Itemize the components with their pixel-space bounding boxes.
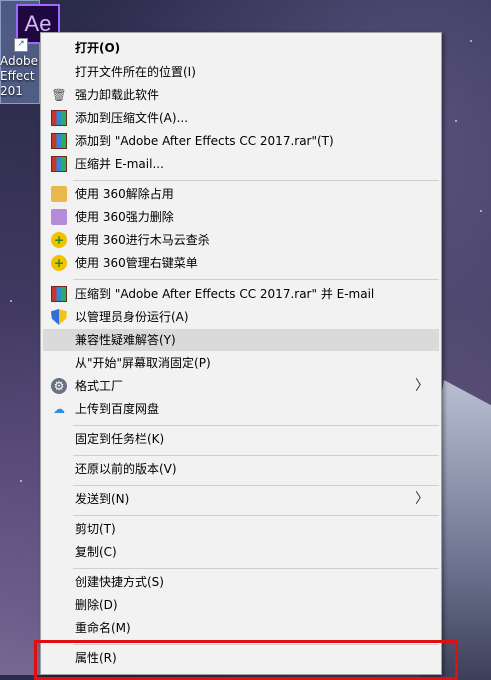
menu-separator [73,180,439,181]
menu-item-label: 删除(D) [75,598,118,612]
menu-item-copy[interactable]: 复制(C) [43,541,439,563]
menu-item-label: 发送到(N) [75,492,130,506]
menu-item-unpin-start[interactable]: 从"开始"屏幕取消固定(P) [43,352,439,374]
menu-item-troubleshoot-compatibility[interactable]: 兼容性疑难解答(Y) [43,329,439,351]
menu-item-label: 打开(O) [75,41,121,55]
menu-item-compress-email[interactable]: 压缩并 E-mail... [43,153,439,175]
menu-item-add-to-rar[interactable]: 添加到 "Adobe After Effects CC 2017.rar"(T) [43,130,439,152]
menu-item-label: 复制(C) [75,545,117,559]
menu-item-label: 以管理员身份运行(A) [75,310,189,324]
menu-item-360-unlock[interactable]: 使用 360解除占用 [43,183,439,205]
menu-separator [73,515,439,516]
menu-item-rename[interactable]: 重命名(M) [43,617,439,639]
360-menu-icon: + [51,255,67,271]
menu-separator [73,455,439,456]
menu-item-label: 使用 360进行木马云查杀 [75,233,210,247]
menu-item-label: 强力卸载此软件 [75,88,160,102]
highlight-annotation-box [34,640,458,680]
360-unlock-icon [51,186,67,202]
baidu-cloud-icon: ☁ [53,402,65,416]
menu-item-open-file-location[interactable]: 打开文件所在的位置(I) [43,61,439,83]
menu-item-create-shortcut[interactable]: 创建快捷方式(S) [43,571,439,593]
winrar-icon [51,133,67,149]
menu-item-360-scan[interactable]: + 使用 360进行木马云查杀 [43,229,439,251]
menu-item-pin-taskbar[interactable]: 固定到任务栏(K) [43,428,439,450]
background-star [455,120,457,122]
menu-item-delete[interactable]: 删除(D) [43,594,439,616]
menu-item-label: 兼容性疑难解答(Y) [75,333,176,347]
menu-item-label: 使用 360管理右键菜单 [75,256,198,270]
menu-item-label: 从"开始"屏幕取消固定(P) [75,356,211,370]
menu-item-format-factory[interactable]: ⚙ 格式工厂 〉 [43,375,439,397]
menu-item-label: 压缩到 "Adobe After Effects CC 2017.rar" 并 … [75,287,375,301]
submenu-arrow-icon: 〉 [415,378,429,394]
menu-item-compress-rar-email[interactable]: 压缩到 "Adobe After Effects CC 2017.rar" 并 … [43,283,439,305]
menu-item-label: 使用 360解除占用 [75,187,174,201]
format-factory-icon: ⚙ [51,378,67,394]
menu-separator [73,425,439,426]
menu-item-label: 打开文件所在的位置(I) [75,65,196,79]
menu-item-force-uninstall[interactable]: 🗑 强力卸载此软件 [43,84,439,106]
menu-item-cut[interactable]: 剪切(T) [43,518,439,540]
menu-item-upload-baidu[interactable]: ☁ 上传到百度网盘 [43,398,439,420]
winrar-icon [51,286,67,302]
menu-separator [73,568,439,569]
trash-icon: 🗑 [51,88,67,102]
menu-item-label: 创建快捷方式(S) [75,575,164,589]
menu-item-restore-versions[interactable]: 还原以前的版本(V) [43,458,439,480]
menu-item-360-manage-menu[interactable]: + 使用 360管理右键菜单 [43,252,439,274]
submenu-arrow-icon: 〉 [415,491,429,507]
menu-item-label: 格式工厂 [75,379,124,393]
menu-item-label: 添加到 "Adobe After Effects CC 2017.rar"(T) [75,134,334,148]
menu-item-label: 压缩并 E-mail... [75,157,164,171]
desktop-label-line: Adobe [0,54,38,68]
menu-item-run-as-admin[interactable]: 以管理员身份运行(A) [43,306,439,328]
menu-item-label: 剪切(T) [75,522,116,536]
uac-shield-icon [51,309,67,325]
menu-item-label: 添加到压缩文件(A)... [75,111,189,125]
360-delete-icon [51,209,67,225]
360-scan-icon: + [51,232,67,248]
desktop-label-line: Effect [0,69,35,83]
desktop-label-line: 201 [0,84,23,98]
menu-item-360-delete[interactable]: 使用 360强力删除 [43,206,439,228]
menu-separator [73,485,439,486]
menu-item-label: 固定到任务栏(K) [75,432,165,446]
menu-item-open[interactable]: 打开(O) [43,37,439,59]
shortcut-arrow-icon: ↗ [14,38,28,52]
desktop-shortcut-label[interactable]: Adobe Effect 201 [0,54,40,99]
menu-item-add-to-archive[interactable]: 添加到压缩文件(A)... [43,107,439,129]
menu-item-label: 还原以前的版本(V) [75,462,177,476]
background-star [480,210,482,212]
menu-item-label: 重命名(M) [75,621,131,635]
background-star [470,40,472,42]
background-star [10,300,12,302]
menu-separator [73,279,439,280]
winrar-icon [51,110,67,126]
background-star [20,480,22,482]
winrar-icon [51,156,67,172]
menu-item-label: 使用 360强力删除 [75,210,174,224]
menu-item-send-to[interactable]: 发送到(N) 〉 [43,488,439,510]
context-menu: 打开(O) 打开文件所在的位置(I) 🗑 强力卸载此软件 添加到压缩文件(A).… [40,32,442,675]
menu-item-label: 上传到百度网盘 [75,402,160,416]
